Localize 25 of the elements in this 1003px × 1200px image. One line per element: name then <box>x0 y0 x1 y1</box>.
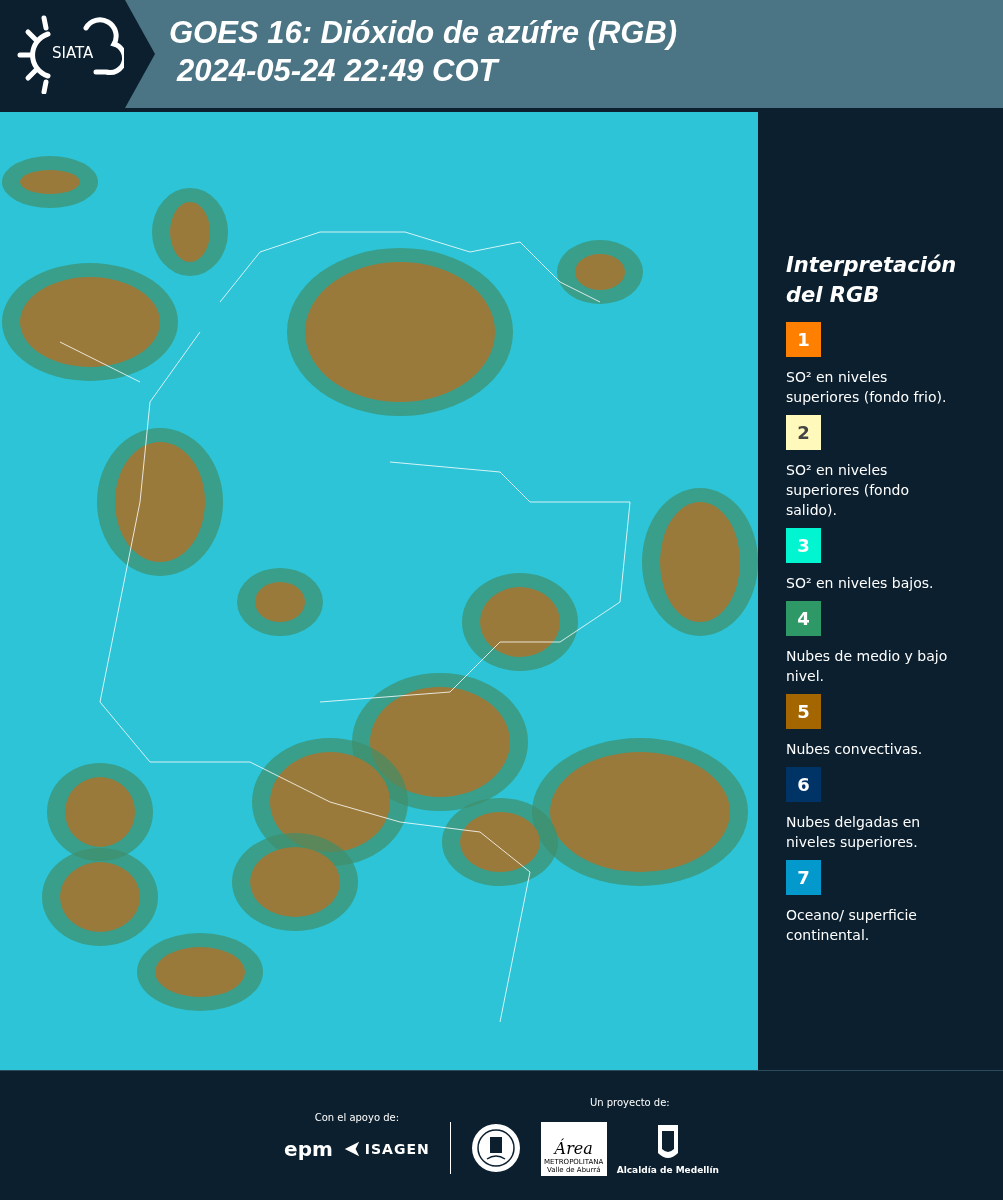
support-label: Con el apoyo de: <box>314 1111 400 1123</box>
logo-text: SIATA <box>52 44 94 62</box>
timestamp: 2024-05-24 22:49 COT <box>175 52 501 90</box>
legend-title: Interpretación del RGB <box>786 252 958 309</box>
legend-description: SO² en niveles superiores (fondo frio). <box>786 368 948 407</box>
page-title: GOES 16: Dióxido de azúfre (RGB) <box>169 14 678 52</box>
color-swatch: 6 <box>786 767 821 802</box>
city-logo-text: Alcaldía de Medellín <box>616 1164 719 1175</box>
legend-description: Nubes delgadas en niveles superiores. <box>786 813 922 852</box>
color-swatch: 3 <box>786 528 821 563</box>
legend-description: Oceano/ superficie continental. <box>786 906 918 945</box>
legend-description: SO² en niveles superiores (fondo salido). <box>786 461 910 520</box>
color-swatch: 5 <box>786 694 821 729</box>
legend-description: Nubes de medio y bajo nivel. <box>786 647 949 686</box>
color-swatch: 4 <box>786 601 821 636</box>
legend-description: SO² en niveles bajos. <box>786 574 935 593</box>
seal-icon <box>470 1123 521 1173</box>
area-logo-name: Área <box>554 1138 593 1158</box>
sponsor-logo-text: ISAGEN <box>364 1140 430 1157</box>
color-swatch: 7 <box>786 860 821 895</box>
color-swatch: 2 <box>786 415 821 450</box>
color-swatch: 1 <box>786 322 821 357</box>
sponsor-logo-text: epm <box>284 1136 333 1161</box>
project-label: Un proyecto de: <box>589 1096 670 1108</box>
legend-description: Nubes convectivas. <box>786 740 924 759</box>
